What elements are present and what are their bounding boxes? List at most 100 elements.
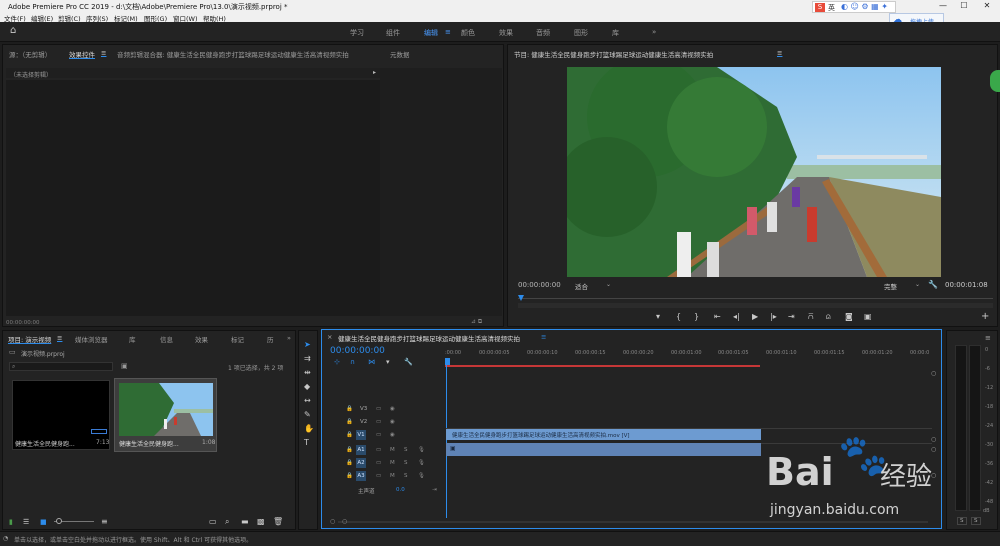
find-icon[interactable]: ⌕ (225, 518, 229, 526)
lock-icon[interactable]: 🔒 (346, 447, 353, 453)
pen-tool-icon[interactable]: ✎ (304, 411, 311, 419)
program-scrubber[interactable] (518, 295, 993, 301)
delete-icon[interactable]: 🗑 (273, 518, 283, 526)
track-target-a2[interactable]: A2 (356, 458, 366, 468)
minimize-button[interactable]: — (934, 1, 952, 11)
project-search-input[interactable]: ⌕ (9, 362, 113, 371)
insert-nest-icon[interactable]: ⊹ (334, 358, 340, 366)
workspace-menu-icon[interactable]: ≡ (445, 28, 451, 36)
workspace-tab-assembly[interactable]: 组件 (386, 28, 400, 38)
lift-icon[interactable]: ⩃ (808, 313, 814, 321)
lock-icon[interactable]: 🔒 (346, 406, 353, 412)
expand-arrow-icon[interactable]: ▸ (373, 69, 376, 76)
sequence-tab[interactable]: 健康生活全民健身跑步打篮球踢足球运动健康生活高清视频实拍 (338, 333, 520, 343)
new-bin-folder-icon[interactable]: ▣ (121, 362, 128, 370)
microphone-icon[interactable]: 🎙 (418, 460, 425, 466)
tab-effect-controls[interactable]: 效果控件 (69, 49, 95, 59)
tab-history[interactable]: 历 (267, 334, 274, 344)
tab-media-browser[interactable]: 媒体浏览器 (75, 334, 108, 344)
ime-logo-icon[interactable]: S (815, 3, 825, 12)
extract-icon[interactable]: ⩄ (826, 313, 831, 321)
sort-icon[interactable]: ≡ (101, 518, 108, 526)
play-icon[interactable]: ▶ (752, 313, 758, 321)
linked-selection-icon[interactable]: ⋈ (368, 358, 375, 366)
type-tool-icon[interactable]: T (304, 439, 309, 447)
mute-toggle[interactable]: M (390, 460, 395, 466)
go-to-in-icon[interactable]: ⇤ (714, 313, 721, 321)
microphone-icon[interactable]: 🎙 (418, 473, 425, 479)
tab-audio-clip-mixer[interactable]: 音频剪辑混合器: 健康生活全民健身跑步打篮球踢足球运动健康生活高清视频实拍 (117, 49, 349, 59)
workspace-tab-audio[interactable]: 音频 (536, 28, 550, 38)
audio-clip-a1[interactable]: ▣ (446, 443, 761, 456)
timeline-close-icon[interactable]: × (327, 333, 332, 341)
lock-icon[interactable]: ▮ (9, 518, 13, 526)
program-timecode[interactable]: 00:00:00:00 (518, 281, 561, 289)
filter-icon[interactable]: ⊿ ⧉ (471, 318, 482, 326)
lock-icon[interactable]: 🔒 (346, 460, 353, 466)
tab-metadata[interactable]: 元数据 (390, 49, 410, 59)
timeline-settings-icon[interactable]: 🔧 (404, 358, 413, 366)
close-button[interactable]: ✕ (978, 1, 996, 11)
workspace-tab-editing[interactable]: 编辑 (424, 28, 438, 38)
workspace-tab-libraries[interactable]: 库 (612, 28, 619, 38)
home-icon[interactable]: ⌂ (10, 26, 16, 36)
workspace-tab-effects[interactable]: 效果 (499, 28, 513, 38)
mute-toggle[interactable]: M (390, 473, 395, 479)
master-volume[interactable]: 0.0 (396, 487, 405, 493)
eye-icon[interactable]: ◉ (390, 432, 395, 438)
zoom-slider-handle[interactable] (56, 518, 62, 524)
meter-menu-icon[interactable]: ≡ (985, 334, 991, 342)
new-bin-icon[interactable]: ▬ (241, 518, 249, 526)
lock-icon[interactable]: 🔒 (346, 473, 353, 479)
video-clip-v1[interactable]: 健康生活全民健身跑步打篮球踢足球运动健康生活高清视频实拍.mov [V] (446, 429, 761, 440)
solo-toggle[interactable]: S (404, 447, 408, 453)
tab-libraries[interactable]: 库 (129, 334, 136, 344)
sync-lock-icon[interactable]: ▭ (376, 460, 381, 466)
export-frame-icon[interactable]: ◙ (845, 313, 853, 321)
add-marker-icon[interactable]: ▾ (656, 313, 660, 321)
maximize-button[interactable]: ☐ (955, 1, 973, 11)
sync-lock-icon[interactable]: ▭ (376, 447, 381, 453)
side-assistant-icon[interactable] (990, 70, 1000, 92)
workspace-more-icon[interactable]: » (652, 28, 656, 36)
icon-view-icon[interactable]: ■ (40, 518, 47, 526)
tab-source[interactable]: 源：（无剪辑） (9, 49, 51, 59)
slip-tool-icon[interactable]: ↔ (304, 397, 311, 405)
tab-markers[interactable]: 标记 (231, 334, 244, 344)
solo-toggle[interactable]: S (404, 460, 408, 466)
tab-menu-icon[interactable]: ≡ (101, 49, 106, 57)
track-select-tool-icon[interactable]: ⇉ (304, 355, 311, 363)
workspace-tab-graphics[interactable]: 图形 (574, 28, 588, 38)
track-target-a3[interactable]: A3 (356, 471, 366, 481)
sync-lock-icon[interactable]: ▭ (376, 473, 381, 479)
automate-icon[interactable]: ▭ (209, 518, 217, 526)
tab-effects[interactable]: 效果 (195, 334, 208, 344)
zoom-scrollbar[interactable] (518, 303, 993, 308)
ime-tools-icon[interactable]: ◐ ☺ ⚙ ▦ ✦ (841, 2, 888, 11)
timeline-zoom-in[interactable]: ○ (342, 518, 347, 525)
tabs-more-icon[interactable]: » (287, 334, 291, 342)
go-to-out-icon[interactable]: ⇥ (788, 313, 795, 321)
solo-left-button[interactable]: S (957, 517, 967, 525)
solo-toggle[interactable]: S (404, 473, 408, 479)
step-back-icon[interactable]: ◂| (733, 313, 740, 321)
selection-tool-icon[interactable]: ➤ (304, 341, 311, 349)
mark-out-icon[interactable]: } (694, 313, 699, 321)
fit-dropdown[interactable]: 适合 (575, 281, 588, 291)
eye-icon[interactable]: ◉ (390, 406, 395, 412)
quality-dropdown[interactable]: 完整 (884, 281, 897, 291)
timeline-timecode[interactable]: 00:00:00:00 (330, 346, 385, 356)
fit-chevron-down-icon[interactable]: ⌄ (606, 281, 611, 288)
sync-lock-icon[interactable]: ▭ (376, 406, 381, 412)
solo-right-button[interactable]: S (971, 517, 981, 525)
time-ruler[interactable]: :00:00 00:00:00:05 00:00:00:10 00:00:00:… (445, 347, 935, 369)
quality-chevron-down-icon[interactable]: ⌄ (915, 281, 920, 288)
list-view-icon[interactable]: ☰ (23, 518, 29, 526)
lock-icon[interactable]: 🔒 (346, 419, 353, 425)
wrench-icon[interactable]: 🔧 (928, 280, 938, 289)
workspace-tab-color[interactable]: 颜色 (461, 28, 475, 38)
sequence-menu-icon[interactable]: ≡ (541, 333, 546, 341)
microphone-icon[interactable]: 🎙 (418, 447, 425, 453)
snap-icon[interactable]: ∩ (350, 358, 355, 366)
timeline-zoom-out[interactable]: ○ (330, 518, 335, 525)
